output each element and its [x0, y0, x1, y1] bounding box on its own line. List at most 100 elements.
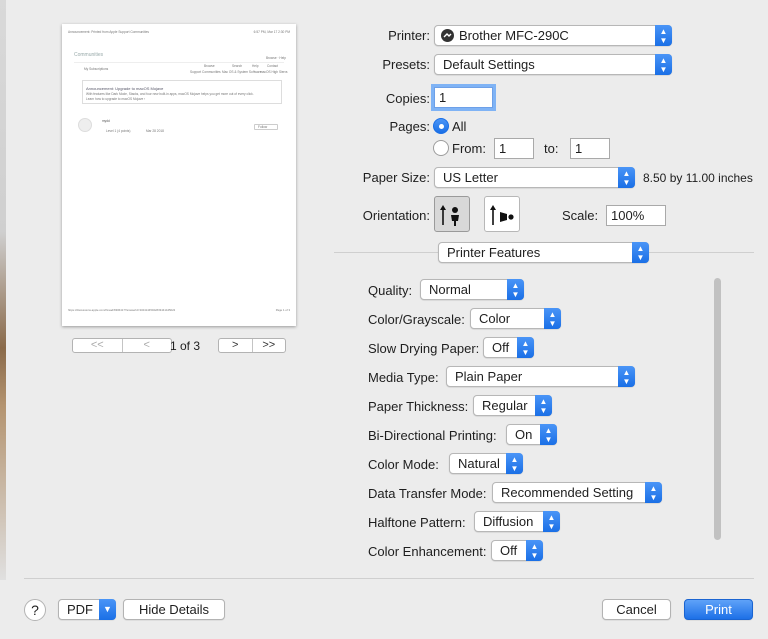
presets-value: Default Settings	[443, 57, 535, 72]
hide-details-button[interactable]: Hide Details	[123, 599, 225, 620]
help-button[interactable]: ?	[24, 599, 46, 621]
color-grayscale-value: Color	[479, 311, 511, 326]
previous-page-button[interactable]: <	[121, 339, 172, 352]
quality-value: Normal	[429, 282, 471, 297]
feature-label-halftone: Halftone Pattern:	[368, 515, 466, 530]
pages-range-radio[interactable]	[433, 140, 449, 156]
preview-pager: << < 1 of 3 > >>	[72, 338, 288, 354]
feature-label-paper-thickness: Paper Thickness:	[368, 399, 469, 414]
pages-from-field[interactable]: 1	[494, 138, 534, 159]
quality-popup[interactable]: Normal ▲ ▼	[420, 279, 524, 300]
copies-label: Copies:	[385, 91, 430, 106]
preview-nav-sub: Mac OS & System Software	[222, 70, 262, 74]
next-page-button[interactable]: >	[219, 339, 252, 352]
slow-drying-value: Off	[492, 340, 510, 355]
feature-label-color-enhancement: Color Enhancement:	[368, 544, 487, 559]
preview-footer-url: https://discussions.apple.com/thread/830…	[68, 308, 176, 312]
popup-arrows-icon: ▲ ▼	[544, 308, 561, 329]
media-type-popup[interactable]: Plain Paper ▲ ▼	[446, 366, 635, 387]
pages-all-radio[interactable]	[433, 118, 449, 134]
last-page-button[interactable]: >>	[251, 339, 286, 352]
presets-popup[interactable]: Default Settings ▲ ▼	[434, 54, 672, 75]
copies-field[interactable]: 1	[434, 87, 493, 108]
section-popup[interactable]: Printer Features ▲ ▼	[438, 242, 649, 263]
print-preview-page: Announcement: Printed from Apple Support…	[62, 24, 296, 326]
portrait-orientation-button[interactable]	[434, 196, 470, 232]
footer-divider	[24, 578, 754, 579]
paper-size-popup[interactable]: US Letter ▲ ▼	[434, 167, 635, 188]
popup-arrows-icon: ▲ ▼	[507, 279, 524, 300]
halftone-popup[interactable]: Diffusion ▲ ▼	[474, 511, 560, 532]
popup-arrows-icon: ▲ ▼	[618, 167, 635, 188]
pages-label: Pages:	[389, 119, 430, 134]
chevron-down-icon: ▼	[99, 599, 116, 620]
preview-follow-label: Follow	[258, 125, 268, 129]
printer-icon	[441, 29, 454, 42]
printer-value: Brother MFC-290C	[459, 28, 569, 43]
pages-to-field[interactable]: 1	[570, 138, 610, 159]
features-scrollbar[interactable]	[712, 266, 722, 570]
preview-announcement-body: With features like Dark Mode, Stacks, an…	[86, 92, 254, 96]
paper-thickness-popup[interactable]: Regular ▲ ▼	[473, 395, 552, 416]
pages-all-label: All	[452, 119, 467, 134]
feature-label-quality: Quality:	[368, 283, 413, 298]
pdf-menu-button[interactable]: PDF ▼	[58, 599, 116, 620]
popup-arrows-icon: ▲ ▼	[645, 482, 662, 503]
section-value: Printer Features	[447, 245, 541, 260]
preview-avatar	[78, 118, 92, 132]
feature-label-media-type: Media Type:	[368, 370, 439, 385]
feature-label-color-grayscale: Color/Grayscale:	[368, 312, 465, 327]
features-scrollbar-thumb[interactable]	[714, 278, 721, 540]
preview-nav-item: My Subscriptions	[84, 67, 109, 71]
color-enhancement-popup[interactable]: Off ▲ ▼	[491, 540, 543, 561]
print-button[interactable]: Print	[684, 599, 753, 620]
paper-size-label: Paper Size:	[362, 170, 430, 185]
bidirectional-popup[interactable]: On ▲ ▼	[506, 424, 557, 445]
popup-arrows-icon: ▲ ▼	[506, 453, 523, 474]
paper-thickness-value: Regular	[482, 398, 528, 413]
preview-post-level: Level 1 (4 points)	[106, 129, 131, 133]
printer-label: Printer:	[388, 28, 430, 43]
orientation-label: Orientation:	[362, 208, 430, 223]
popup-arrows-icon: ▲ ▼	[535, 395, 552, 416]
landscape-orientation-button[interactable]	[484, 196, 520, 232]
cancel-button[interactable]: Cancel	[602, 599, 671, 620]
scale-field[interactable]: 100%	[606, 205, 666, 226]
popup-arrows-icon: ▲ ▼	[618, 366, 635, 387]
data-transfer-value: Recommended Setting	[501, 485, 634, 500]
feature-label-slow-drying: Slow Drying Paper:	[368, 341, 480, 356]
scale-label: Scale:	[562, 208, 599, 223]
preview-nav-item: Browse	[204, 64, 215, 68]
help-icon: ?	[31, 602, 39, 618]
print-dialog: Announcement: Printed from Apple Support…	[6, 0, 768, 639]
popup-arrows-icon: ▲ ▼	[517, 337, 534, 358]
feature-label-bidirectional: Bi-Directional Printing:	[368, 428, 497, 443]
color-enhancement-value: Off	[500, 543, 518, 558]
preview-nav-sub: macOS High Sierra	[260, 70, 288, 74]
preview-announcement-title: Announcement: Upgrade to macOS Mojave	[86, 86, 164, 91]
halftone-value: Diffusion	[483, 514, 534, 529]
popup-arrows-icon: ▲ ▼	[526, 540, 543, 561]
preview-header-right: 6:57 PM, Mar 17 2:30 PM	[253, 30, 290, 34]
preview-post-user: mydd	[102, 119, 110, 123]
first-page-button[interactable]: <<	[73, 339, 122, 352]
color-grayscale-popup[interactable]: Color ▲ ▼	[470, 308, 561, 329]
feature-label-data-transfer: Data Transfer Mode:	[368, 486, 487, 501]
preview-nav-left: Browse · Help	[265, 56, 286, 60]
preview-footer-page: Page 1 of 3	[275, 308, 290, 312]
data-transfer-popup[interactable]: Recommended Setting ▲ ▼	[492, 482, 662, 503]
preview-divider	[74, 62, 284, 63]
slow-drying-popup[interactable]: Off ▲ ▼	[483, 337, 534, 358]
preview-announcement-link: Learn how to upgrade to macOS Mojave ›	[86, 97, 146, 101]
feature-label-color-mode: Color Mode:	[368, 457, 439, 472]
color-mode-popup[interactable]: Natural ▲ ▼	[449, 453, 523, 474]
bidirectional-value: On	[515, 427, 533, 442]
preview-header-left: Announcement: Printed from Apple Support…	[68, 30, 149, 34]
preview-community-title: Communities	[74, 52, 104, 58]
pager-back-group: << <	[72, 338, 172, 353]
popup-arrows-icon: ▲ ▼	[655, 25, 672, 46]
paper-dimensions: 8.50 by 11.00 inches	[643, 171, 753, 185]
portrait-orientation-icon	[440, 205, 459, 226]
printer-popup[interactable]: Brother MFC-290C ▲ ▼	[434, 25, 672, 46]
pdf-label: PDF	[67, 602, 93, 617]
